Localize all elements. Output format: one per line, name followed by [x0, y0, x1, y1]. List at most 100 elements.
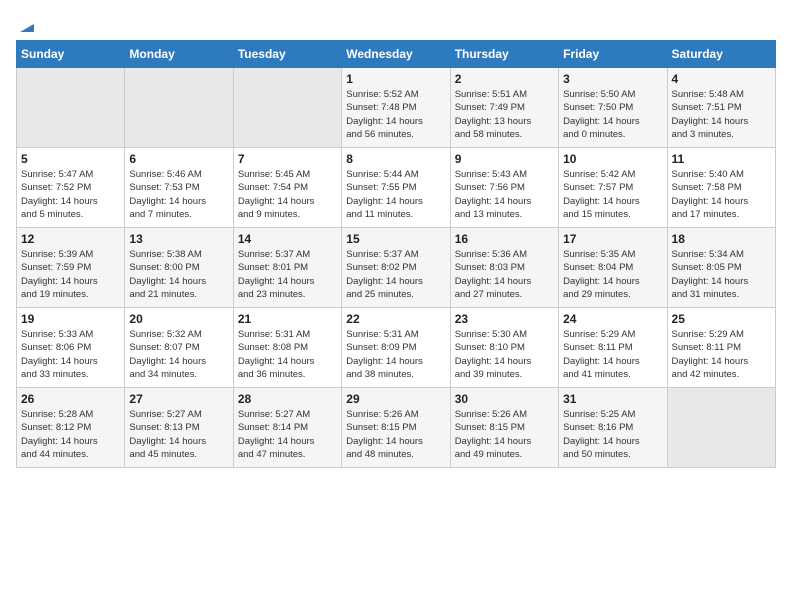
calendar-cell: 7 Sunrise: 5:45 AM Sunset: 7:54 PM Daylig… — [233, 148, 341, 228]
day-number: 20 — [129, 312, 228, 326]
day-number: 4 — [672, 72, 771, 86]
calendar-cell: 12 Sunrise: 5:39 AM Sunset: 7:59 PM Dayli… — [17, 228, 125, 308]
day-info: Sunrise: 5:47 AM Sunset: 7:52 PM Dayligh… — [21, 168, 120, 221]
calendar-cell: 16Sunrise: 5:36 AM Sunset: 8:03 PM Dayli… — [450, 228, 558, 308]
calendar-cell: 23Sunrise: 5:30 AM Sunset: 8:10 PM Dayli… — [450, 308, 558, 388]
page-header — [16, 16, 776, 30]
calendar-cell: 27Sunrise: 5:27 AM Sunset: 8:13 PM Dayli… — [125, 388, 233, 468]
day-info: Sunrise: 5:26 AM Sunset: 8:15 PM Dayligh… — [346, 408, 445, 461]
calendar-cell: 19 Sunrise: 5:33 AM Sunset: 8:06 PM Dayli… — [17, 308, 125, 388]
calendar-cell — [17, 68, 125, 148]
calendar-cell: 15Sunrise: 5:37 AM Sunset: 8:02 PM Dayli… — [342, 228, 450, 308]
day-number: 19 — [21, 312, 120, 326]
day-number: 17 — [563, 232, 662, 246]
logo — [16, 16, 36, 30]
calendar-cell: 31 Sunrise: 5:25 AM Sunset: 8:16 PM Dayli… — [559, 388, 667, 468]
day-number: 2 — [455, 72, 554, 86]
header-day-wednesday: Wednesday — [342, 41, 450, 68]
day-info: Sunrise: 5:40 AM Sunset: 7:58 PM Dayligh… — [672, 168, 771, 221]
header-day-thursday: Thursday — [450, 41, 558, 68]
day-number: 15 — [346, 232, 445, 246]
day-number: 7 — [238, 152, 337, 166]
day-info: Sunrise: 5:45 AM Sunset: 7:54 PM Dayligh… — [238, 168, 337, 221]
calendar-cell: 21Sunrise: 5:31 AM Sunset: 8:08 PM Dayli… — [233, 308, 341, 388]
day-number: 26 — [21, 392, 120, 406]
day-info: Sunrise: 5:37 AM Sunset: 8:01 PM Dayligh… — [238, 248, 337, 301]
calendar-cell — [233, 68, 341, 148]
week-row-4: 19 Sunrise: 5:33 AM Sunset: 8:06 PM Dayli… — [17, 308, 776, 388]
calendar-cell: 18 Sunrise: 5:34 AM Sunset: 8:05 PM Dayli… — [667, 228, 775, 308]
day-number: 3 — [563, 72, 662, 86]
header-day-friday: Friday — [559, 41, 667, 68]
day-info: Sunrise: 5:42 AM Sunset: 7:57 PM Dayligh… — [563, 168, 662, 221]
day-info: Sunrise: 5:29 AM Sunset: 8:11 PM Dayligh… — [672, 328, 771, 381]
calendar-cell: 3 Sunrise: 5:50 AM Sunset: 7:50 PM Daylig… — [559, 68, 667, 148]
day-number: 12 — [21, 232, 120, 246]
day-number: 6 — [129, 152, 228, 166]
day-number: 25 — [672, 312, 771, 326]
day-number: 8 — [346, 152, 445, 166]
week-row-5: 26 Sunrise: 5:28 AM Sunset: 8:12 PM Dayli… — [17, 388, 776, 468]
calendar-cell: 20 Sunrise: 5:32 AM Sunset: 8:07 PM Dayli… — [125, 308, 233, 388]
week-row-2: 5Sunrise: 5:47 AM Sunset: 7:52 PM Daylig… — [17, 148, 776, 228]
day-number: 14 — [238, 232, 337, 246]
day-info: Sunrise: 5:27 AM Sunset: 8:14 PM Dayligh… — [238, 408, 337, 461]
calendar-cell: 25 Sunrise: 5:29 AM Sunset: 8:11 PM Dayli… — [667, 308, 775, 388]
calendar-body: 1Sunrise: 5:52 AM Sunset: 7:48 PM Daylig… — [17, 68, 776, 468]
day-number: 22 — [346, 312, 445, 326]
day-number: 9 — [455, 152, 554, 166]
calendar-header: SundayMondayTuesdayWednesdayThursdayFrid… — [17, 41, 776, 68]
day-number: 24 — [563, 312, 662, 326]
header-day-monday: Monday — [125, 41, 233, 68]
day-number: 28 — [238, 392, 337, 406]
calendar-cell: 29 Sunrise: 5:26 AM Sunset: 8:15 PM Dayli… — [342, 388, 450, 468]
calendar-cell: 5Sunrise: 5:47 AM Sunset: 7:52 PM Daylig… — [17, 148, 125, 228]
day-info: Sunrise: 5:32 AM Sunset: 8:07 PM Dayligh… — [129, 328, 228, 381]
day-info: Sunrise: 5:28 AM Sunset: 8:12 PM Dayligh… — [21, 408, 120, 461]
calendar-cell: 26 Sunrise: 5:28 AM Sunset: 8:12 PM Dayli… — [17, 388, 125, 468]
calendar-cell: 17 Sunrise: 5:35 AM Sunset: 8:04 PM Dayli… — [559, 228, 667, 308]
day-number: 13 — [129, 232, 228, 246]
day-info: Sunrise: 5:43 AM Sunset: 7:56 PM Dayligh… — [455, 168, 554, 221]
day-info: Sunrise: 5:50 AM Sunset: 7:50 PM Dayligh… — [563, 88, 662, 141]
day-number: 29 — [346, 392, 445, 406]
calendar-cell: 10 Sunrise: 5:42 AM Sunset: 7:57 PM Dayli… — [559, 148, 667, 228]
day-info: Sunrise: 5:35 AM Sunset: 8:04 PM Dayligh… — [563, 248, 662, 301]
calendar-table: SundayMondayTuesdayWednesdayThursdayFrid… — [16, 40, 776, 468]
header-day-sunday: Sunday — [17, 41, 125, 68]
day-number: 30 — [455, 392, 554, 406]
calendar-cell: 1Sunrise: 5:52 AM Sunset: 7:48 PM Daylig… — [342, 68, 450, 148]
day-info: Sunrise: 5:25 AM Sunset: 8:16 PM Dayligh… — [563, 408, 662, 461]
header-day-tuesday: Tuesday — [233, 41, 341, 68]
calendar-cell: 24 Sunrise: 5:29 AM Sunset: 8:11 PM Dayli… — [559, 308, 667, 388]
calendar-cell — [667, 388, 775, 468]
logo-triangle-icon — [18, 16, 36, 34]
day-info: Sunrise: 5:31 AM Sunset: 8:08 PM Dayligh… — [238, 328, 337, 381]
day-info: Sunrise: 5:33 AM Sunset: 8:06 PM Dayligh… — [21, 328, 120, 381]
day-number: 23 — [455, 312, 554, 326]
day-info: Sunrise: 5:29 AM Sunset: 8:11 PM Dayligh… — [563, 328, 662, 381]
day-number: 1 — [346, 72, 445, 86]
calendar-cell: 2 Sunrise: 5:51 AM Sunset: 7:49 PM Daylig… — [450, 68, 558, 148]
calendar-cell: 28 Sunrise: 5:27 AM Sunset: 8:14 PM Dayli… — [233, 388, 341, 468]
calendar-cell: 4 Sunrise: 5:48 AM Sunset: 7:51 PM Daylig… — [667, 68, 775, 148]
calendar-cell: 11Sunrise: 5:40 AM Sunset: 7:58 PM Dayli… — [667, 148, 775, 228]
calendar-cell: 22 Sunrise: 5:31 AM Sunset: 8:09 PM Dayli… — [342, 308, 450, 388]
day-number: 18 — [672, 232, 771, 246]
header-row: SundayMondayTuesdayWednesdayThursdayFrid… — [17, 41, 776, 68]
day-number: 10 — [563, 152, 662, 166]
calendar-cell: 6Sunrise: 5:46 AM Sunset: 7:53 PM Daylig… — [125, 148, 233, 228]
day-info: Sunrise: 5:27 AM Sunset: 8:13 PM Dayligh… — [129, 408, 228, 461]
calendar-cell: 13 Sunrise: 5:38 AM Sunset: 8:00 PM Dayli… — [125, 228, 233, 308]
calendar-cell — [125, 68, 233, 148]
day-info: Sunrise: 5:39 AM Sunset: 7:59 PM Dayligh… — [21, 248, 120, 301]
day-info: Sunrise: 5:26 AM Sunset: 8:15 PM Dayligh… — [455, 408, 554, 461]
day-info: Sunrise: 5:31 AM Sunset: 8:09 PM Dayligh… — [346, 328, 445, 381]
calendar-cell: 9 Sunrise: 5:43 AM Sunset: 7:56 PM Daylig… — [450, 148, 558, 228]
day-info: Sunrise: 5:48 AM Sunset: 7:51 PM Dayligh… — [672, 88, 771, 141]
day-info: Sunrise: 5:34 AM Sunset: 8:05 PM Dayligh… — [672, 248, 771, 301]
day-number: 31 — [563, 392, 662, 406]
day-info: Sunrise: 5:38 AM Sunset: 8:00 PM Dayligh… — [129, 248, 228, 301]
header-day-saturday: Saturday — [667, 41, 775, 68]
day-info: Sunrise: 5:51 AM Sunset: 7:49 PM Dayligh… — [455, 88, 554, 141]
